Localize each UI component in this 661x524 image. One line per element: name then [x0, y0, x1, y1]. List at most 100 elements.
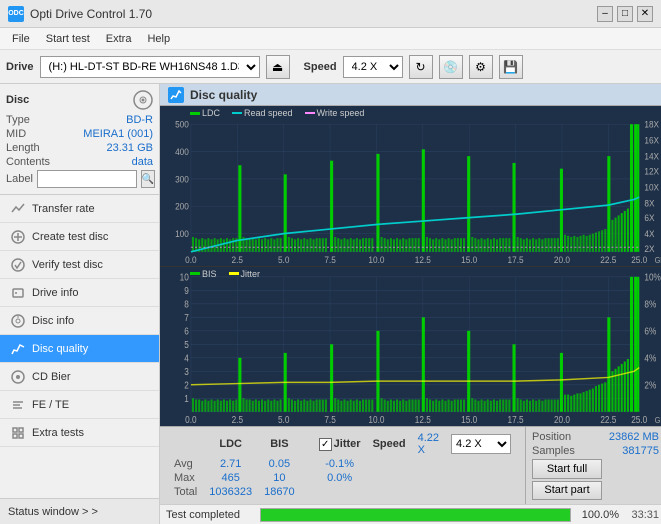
disc-header: Disc [6, 90, 153, 110]
disc-info-icon [10, 313, 26, 329]
svg-text:4%: 4% [644, 352, 656, 363]
speed-selector-stats[interactable]: 4.2 X [451, 434, 511, 454]
stats-max-spacer [301, 471, 313, 485]
stats-avg-ldc: 2.71 [203, 457, 258, 471]
stats-data-table: LDC BIS ✓ Jitter Speed 4.2 [168, 431, 517, 499]
save-button[interactable]: 💾 [499, 55, 523, 79]
menu-extra[interactable]: Extra [98, 31, 140, 47]
svg-text:3: 3 [184, 366, 189, 377]
svg-text:GB: GB [655, 415, 661, 425]
svg-text:1: 1 [184, 393, 189, 404]
cd-bier-icon [10, 369, 26, 385]
stats-position-row: Position 23862 MB [532, 431, 659, 443]
disc-type-row: Type BD-R [6, 114, 153, 126]
disc-label-input[interactable] [37, 170, 137, 188]
sidebar-item-cd-bier[interactable]: CD Bier [0, 363, 159, 391]
disc-label-row: Label 🔍 [6, 170, 153, 188]
app-icon: ODC [8, 6, 24, 22]
sidebar-item-verify-test-disc[interactable]: Verify test disc [0, 251, 159, 279]
menu-help[interactable]: Help [139, 31, 178, 47]
svg-text:5.0: 5.0 [278, 255, 290, 265]
svg-text:20.0: 20.0 [554, 255, 570, 265]
start-full-button[interactable]: Start full [532, 459, 602, 479]
disc-length-row: Length 23.31 GB [6, 142, 153, 154]
restore-button[interactable]: □ [617, 6, 633, 22]
sidebar-item-disc-quality[interactable]: Disc quality [0, 335, 159, 363]
svg-text:25.0: 25.0 [631, 414, 647, 425]
stats-total-row: Total 1036323 18670 [168, 485, 517, 499]
disc-quality-header-icon [168, 87, 184, 103]
sidebar-label-drive-info: Drive info [32, 287, 78, 299]
sidebar-item-fe-te[interactable]: FE / TE [0, 391, 159, 419]
svg-text:10%: 10% [644, 271, 660, 282]
stats-total-ldc: 1036323 [203, 485, 258, 499]
speed-value-display: 4.22 X [418, 432, 439, 456]
drive-select[interactable]: (H:) HL-DT-ST BD-RE WH16NS48 1.D3 [40, 56, 260, 78]
stats-samples-val: 381775 [622, 445, 659, 457]
progress-pct: 100.0% [575, 509, 619, 521]
disc-mid-key: MID [6, 128, 26, 140]
sidebar-label-disc-quality: Disc quality [32, 343, 88, 355]
read-speed-legend: Read speed [232, 108, 293, 118]
sidebar-label-fe-te: FE / TE [32, 399, 69, 411]
stats-total-label: Total [168, 485, 203, 499]
speed-select-drive[interactable]: 4.2 X [343, 56, 403, 78]
menubar: File Start test Extra Help [0, 28, 661, 50]
close-button[interactable]: ✕ [637, 6, 653, 22]
stats-speed-select-cell: 4.2 X [445, 431, 517, 457]
settings-button[interactable]: ⚙ [469, 55, 493, 79]
svg-text:12.5: 12.5 [415, 414, 431, 425]
stats-bar: LDC BIS ✓ Jitter Speed 4.2 [160, 426, 661, 504]
start-part-button[interactable]: Start part [532, 481, 602, 501]
sidebar-item-extra-tests[interactable]: Extra tests [0, 419, 159, 447]
sidebar-item-create-test-disc[interactable]: Create test disc [0, 223, 159, 251]
sidebar-item-transfer-rate[interactable]: Transfer rate [0, 195, 159, 223]
disc-label-key: Label [6, 173, 33, 185]
svg-text:15.0: 15.0 [461, 255, 477, 265]
sidebar-label-create-test-disc: Create test disc [32, 231, 108, 243]
svg-text:500: 500 [175, 119, 189, 129]
disc-length-val: 23.31 GB [107, 142, 153, 154]
stats-position-label: Position [532, 431, 571, 443]
upper-legend: LDC Read speed Write speed [190, 108, 364, 118]
status-window-button[interactable]: Status window > > [0, 498, 159, 524]
svg-text:8X: 8X [644, 198, 654, 208]
svg-text:2: 2 [184, 379, 189, 390]
minimize-button[interactable]: – [597, 6, 613, 22]
disc-button[interactable]: 💿 [439, 55, 463, 79]
disc-panel: Disc Type BD-R MID MEIRA1 (001) Length 2… [0, 84, 159, 195]
stats-avg-jitter: -0.1% [313, 457, 367, 471]
disc-mid-row: MID MEIRA1 (001) [6, 128, 153, 140]
progress-bar-outer [260, 508, 571, 522]
drive-info-icon [10, 285, 26, 301]
svg-text:16X: 16X [644, 135, 659, 145]
speed-label: Speed [304, 61, 337, 73]
stats-avg-label: Avg [168, 457, 203, 471]
stats-max-row: Max 465 10 0.0% [168, 471, 517, 485]
menu-start-test[interactable]: Start test [38, 31, 98, 47]
refresh-button[interactable]: ↻ [409, 55, 433, 79]
eject-button[interactable]: ⏏ [266, 55, 290, 79]
sidebar-item-drive-info[interactable]: Drive info [0, 279, 159, 307]
create-test-disc-icon [10, 229, 26, 245]
progress-time: 33:31 [623, 509, 659, 521]
svg-text:2%: 2% [644, 379, 656, 390]
jitter-checkbox[interactable]: ✓ [319, 438, 332, 451]
svg-text:2.5: 2.5 [232, 414, 243, 425]
menu-file[interactable]: File [4, 31, 38, 47]
stats-max-ldc: 465 [203, 471, 258, 485]
stats-col-ldc: LDC [203, 431, 258, 457]
disc-quality-title: Disc quality [190, 88, 257, 102]
jitter-label: Jitter [334, 438, 361, 450]
svg-text:200: 200 [175, 201, 189, 211]
svg-text:8: 8 [184, 298, 189, 309]
svg-text:4: 4 [184, 352, 189, 363]
stats-max-jitter: 0.0% [313, 471, 367, 485]
upper-chart: LDC Read speed Write speed [160, 106, 661, 267]
sidebar-item-disc-info[interactable]: Disc info [0, 307, 159, 335]
svg-text:6X: 6X [644, 213, 654, 223]
disc-label-btn[interactable]: 🔍 [141, 170, 155, 188]
stats-col-bis: BIS [258, 431, 301, 457]
sidebar-label-transfer-rate: Transfer rate [32, 203, 95, 215]
disc-mid-val: MEIRA1 (001) [83, 128, 153, 140]
